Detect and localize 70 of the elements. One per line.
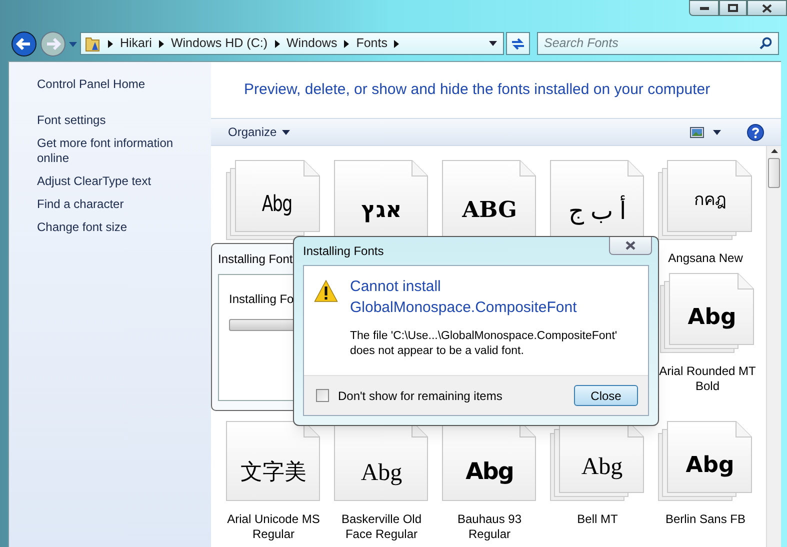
checkbox-label[interactable]: Don't show for remaining items [338,386,502,404]
page-title: Preview, delete, or show and hide the fonts installed on your computer [244,80,710,100]
folder-icon [85,36,101,52]
help-icon[interactable] [747,124,764,140]
font-sample: Abg [580,453,624,482]
chevron-icon[interactable] [344,40,350,48]
search-input: Search Fonts [544,34,759,53]
font-name: Angsana New [667,251,744,266]
caret-icon[interactable] [713,130,721,134]
breadcrumb[interactable]: Fonts [356,34,388,53]
font-name: Berlin Sans FB [664,512,747,527]
sidebar-link[interactable]: Font settings [37,113,187,128]
font-name: Bell MT [576,512,619,527]
font-sample: Abg [684,452,736,480]
font-name: Baskerville Old Face Regular [340,512,423,542]
font-sample: Abg [360,459,404,488]
sidebar-link[interactable]: Control Panel Home [37,77,187,92]
refresh-button[interactable] [506,32,530,55]
font-name: Bauhaus 93 Regular [456,512,523,542]
chevron-icon[interactable] [394,40,400,48]
checkbox[interactable] [316,389,329,402]
status-text: Installing Fo [229,291,294,308]
breadcrumb[interactable]: Hikari [120,34,152,53]
close-button[interactable] [609,237,652,255]
search-icon[interactable] [759,37,772,50]
font-name: Arial Unicode MS Regular [226,512,321,542]
font-sample: Abg [260,191,293,219]
close-icon [762,4,772,12]
chevron-icon[interactable] [108,40,113,48]
breadcrumb[interactable]: Windows HD (C:) [170,34,268,53]
font-family-icon[interactable] [226,160,321,240]
refresh-icon [511,38,525,50]
font-sample: กคฎ [693,189,727,212]
scroll-up-icon[interactable] [770,149,778,153]
minimize-button[interactable] [689,0,719,16]
maximize-button[interactable] [719,0,747,16]
breadcrumb[interactable]: Windows [286,34,338,53]
search-field[interactable]: Search Fonts [537,32,779,55]
font-sample: أ ب ج [550,194,645,230]
sidebar-link[interactable]: Adjust ClearType text [37,174,187,189]
sidebar-link[interactable]: Get more font information online [37,136,187,166]
chevron-icon[interactable] [158,40,164,48]
font-name: Arial Rounded MT Bold [658,364,757,394]
font-family-icon[interactable] [660,273,755,353]
font-sample: Abg [686,304,738,332]
font-sample: ABG [461,196,518,225]
font-sample: Abg [464,458,514,487]
scrollbar[interactable] [766,146,781,547]
view-icon[interactable] [690,126,704,138]
dialog-title: Installing Font [218,251,293,268]
dialog-title: Installing Fonts [303,243,384,260]
scroll-thumb[interactable] [768,158,780,188]
dialog-heading: Cannot install GlobalMonospace.CompositeFont [350,277,578,318]
caret-icon [282,130,290,134]
font-family-icon[interactable] [658,421,753,501]
back-icon[interactable] [11,31,37,57]
chevron-icon[interactable] [274,40,280,48]
close-button[interactable] [747,0,787,16]
address-bar[interactable]: Hikari Windows HD (C:) Windows Fonts [80,32,504,55]
close-button[interactable]: Close [574,385,638,406]
close-icon [625,241,636,250]
organize-button[interactable]: Organize [228,123,290,141]
font-sample: אגץ [360,197,403,225]
sidebar-link[interactable]: Change font size [37,220,187,235]
sidebar-link[interactable]: Find a character [37,197,187,212]
font-file-icon[interactable] [226,421,321,501]
dialog-message: The file 'C:\Use...\GlobalMonospace.CompositeFont' does not appear to be a valid font. [350,329,618,359]
dropdown-icon[interactable] [489,41,497,46]
forward-icon[interactable] [40,31,66,57]
font-sample: 文字美 [240,458,308,486]
